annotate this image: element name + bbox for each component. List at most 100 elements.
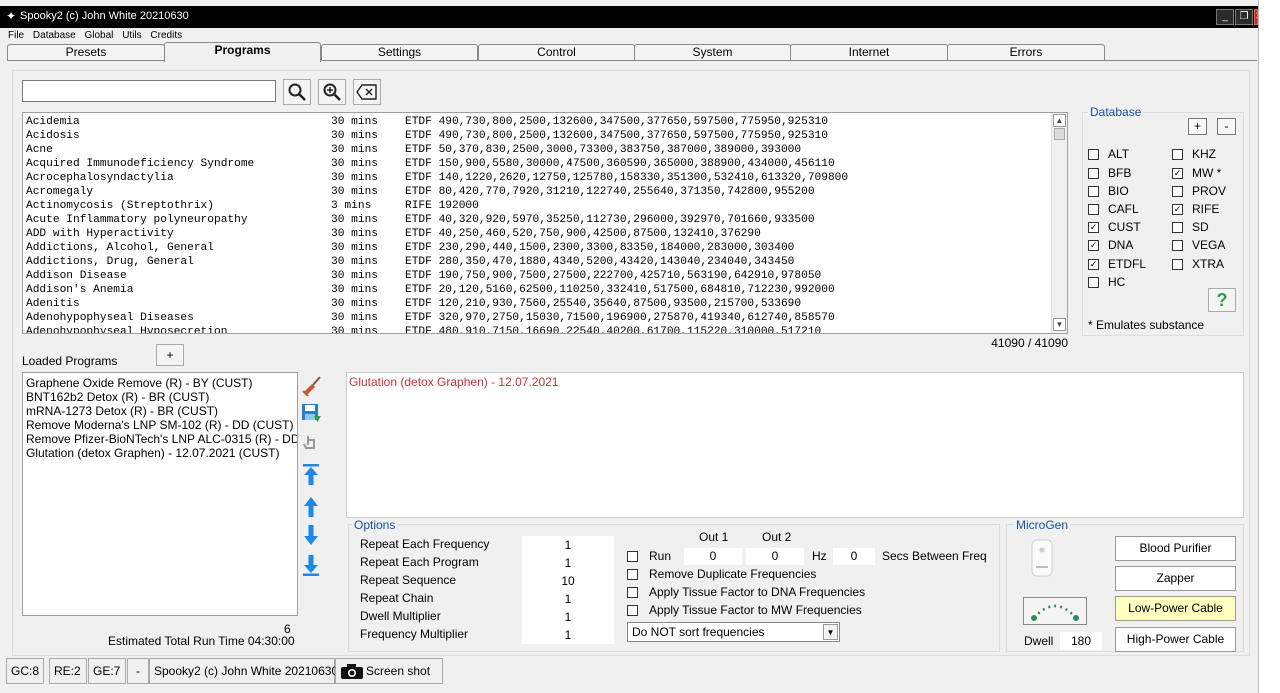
blood-purifier-button[interactable]: Blood Purifier (1115, 536, 1236, 561)
db-checkbox-alt[interactable]: ALT (1088, 147, 1129, 161)
list-item[interactable]: Remove Moderna's LNP SM-102 (R) - DD (CU… (26, 418, 293, 432)
program-list[interactable]: Acidemia 30 mins ETDF 490,730,800,2500,132… (22, 112, 1068, 334)
checkbox-icon[interactable] (627, 604, 638, 616)
remove-duplicates-checkbox[interactable]: Remove Duplicate Frequencies (627, 567, 816, 581)
checkbox-icon[interactable] (1172, 239, 1183, 251)
checkmark-icon[interactable]: ✓ (1088, 221, 1099, 233)
move-bottom-button[interactable] (298, 552, 324, 578)
tab-internet[interactable]: Internet (790, 44, 948, 61)
checkbox-icon[interactable] (627, 568, 638, 580)
screenshot-button[interactable]: Screen shot (335, 658, 443, 684)
status-re: RE:2 (49, 658, 87, 684)
loaded-programs-list[interactable]: Graphene Oxide Remove (R) - BY (CUST) BN… (22, 372, 298, 616)
tissue-dna-checkbox[interactable]: Apply Tissue Factor to DNA Frequencies (627, 585, 865, 599)
add-loaded-button[interactable]: + (156, 344, 184, 366)
repeat-sequence-field[interactable]: 10 (522, 572, 614, 590)
list-item[interactable]: mRNA-1273 Detox (R) - BR (CUST) (26, 404, 218, 418)
menu-file[interactable]: File (8, 30, 24, 41)
menu-credits[interactable]: Credits (150, 30, 182, 41)
search-button[interactable] (283, 79, 311, 105)
move-down-button[interactable] (298, 522, 324, 548)
checkbox-icon[interactable] (1088, 167, 1099, 179)
clear-search-button[interactable] (353, 79, 381, 105)
search-advanced-button[interactable] (318, 79, 346, 105)
menu-utils[interactable]: Utils (122, 30, 141, 41)
low-power-cable-button[interactable]: Low-Power Cable (1115, 596, 1236, 621)
db-checkbox-cust[interactable]: ✓ CUST (1088, 220, 1141, 234)
checkbox-icon[interactable] (627, 550, 638, 562)
checkbox-icon[interactable] (1172, 221, 1183, 233)
db-checkbox-rife[interactable]: ✓ RIFE (1172, 202, 1219, 216)
zapper-button[interactable]: Zapper (1115, 566, 1236, 591)
db-checkbox-dna[interactable]: ✓ DNA (1088, 238, 1133, 252)
out2-hz-field[interactable]: 0 (746, 548, 804, 565)
move-top-button[interactable] (298, 462, 324, 488)
database-remove-button[interactable]: - (1217, 118, 1236, 135)
dwell-field[interactable]: 180 (1060, 632, 1102, 650)
scroll-down-icon[interactable]: ▼ (1053, 318, 1066, 331)
checkmark-icon[interactable]: ✓ (1088, 258, 1099, 270)
checkbox-icon[interactable] (1172, 258, 1183, 270)
tab-presets[interactable]: Presets (7, 44, 165, 61)
list-item[interactable]: Graphene Oxide Remove (R) - BY (CUST) (26, 376, 253, 390)
connect-button[interactable] (1023, 597, 1087, 625)
checkmark-icon[interactable]: ✓ (1088, 239, 1099, 251)
secs-between-field[interactable]: 0 (833, 548, 875, 565)
program-description[interactable]: Glutation (detox Graphen) - 12.07.2021 (346, 372, 1244, 518)
clear-programs-button[interactable] (298, 372, 324, 398)
sort-select[interactable]: Do NOT sort frequencies ▼ (627, 622, 840, 642)
tab-control[interactable]: Control (478, 44, 635, 61)
dwell-multiplier-field[interactable]: 1 (522, 608, 614, 626)
list-item[interactable]: BNT162b2 Detox (R) - BR (CUST) (26, 390, 209, 404)
db-checkbox-hc[interactable]: HC (1088, 275, 1125, 289)
minimize-button[interactable]: _ (1216, 9, 1234, 25)
tab-system[interactable]: System (634, 44, 791, 61)
db-checkbox-bio[interactable]: BIO (1088, 184, 1129, 198)
high-power-cable-button[interactable]: High-Power Cable (1115, 627, 1236, 652)
checkbox-icon[interactable] (1088, 203, 1099, 215)
move-up-button[interactable] (298, 494, 324, 520)
frequency-multiplier-field[interactable]: 1 (522, 626, 614, 644)
database-add-button[interactable]: + (1188, 118, 1207, 135)
db-checkbox-vega[interactable]: VEGA (1172, 238, 1225, 252)
db-checkbox-xtra[interactable]: XTRA (1172, 257, 1224, 271)
db-checkbox-etdfl[interactable]: ✓ ETDFL (1088, 257, 1146, 271)
list-item[interactable]: Remove Pfizer-BioNTech's LNP ALC-0315 (R… (26, 432, 297, 446)
run-checkbox[interactable]: Run (627, 549, 671, 563)
load-programs-button[interactable] (298, 430, 324, 456)
maximize-button[interactable]: ❐ (1235, 9, 1253, 25)
checkbox-icon[interactable] (627, 586, 638, 598)
help-button[interactable]: ? (1208, 288, 1236, 312)
checkbox-icon[interactable] (1088, 148, 1099, 160)
tissue-mw-checkbox[interactable]: Apply Tissue Factor to MW Frequencies (627, 603, 862, 617)
chevron-down-icon[interactable]: ▼ (823, 624, 838, 640)
title-bar: ✦ Spooky2 (c) John White 20210630 _ ❐ ✕ (0, 6, 1258, 28)
tab-errors[interactable]: Errors (947, 44, 1105, 61)
checkmark-icon[interactable]: ✓ (1172, 167, 1183, 179)
menu-database[interactable]: Database (33, 30, 76, 41)
program-list-scrollbar[interactable]: ▲ ▼ (1051, 113, 1067, 333)
scroll-thumb[interactable] (1054, 128, 1065, 140)
repeat-each-program-field[interactable]: 1 (522, 554, 614, 572)
menu-global[interactable]: Global (85, 30, 114, 41)
list-item[interactable]: Glutation (detox Graphen) - 12.07.2021 (… (26, 446, 279, 460)
tab-settings[interactable]: Settings (321, 44, 478, 61)
db-checkbox-cafl[interactable]: CAFL (1088, 202, 1139, 216)
checkbox-icon[interactable] (1172, 185, 1183, 197)
out1-hz-field[interactable]: 0 (684, 548, 742, 565)
search-input[interactable] (22, 80, 276, 102)
repeat-each-frequency-field[interactable]: 1 (522, 536, 614, 554)
db-checkbox-sd[interactable]: SD (1172, 220, 1209, 234)
checkmark-icon[interactable]: ✓ (1172, 203, 1183, 215)
db-checkbox-prov[interactable]: PROV (1172, 184, 1226, 198)
repeat-chain-field[interactable]: 1 (522, 590, 614, 608)
db-checkbox-mw[interactable]: ✓ MW * (1172, 166, 1221, 180)
save-programs-button[interactable] (298, 400, 324, 426)
checkbox-icon[interactable] (1088, 276, 1099, 288)
db-checkbox-khz[interactable]: KHZ (1172, 147, 1216, 161)
checkbox-icon[interactable] (1088, 185, 1099, 197)
scroll-up-icon[interactable]: ▲ (1053, 114, 1066, 127)
checkbox-icon[interactable] (1172, 148, 1183, 160)
db-checkbox-bfb[interactable]: BFB (1088, 166, 1131, 180)
tab-programs[interactable]: Programs (164, 42, 321, 62)
